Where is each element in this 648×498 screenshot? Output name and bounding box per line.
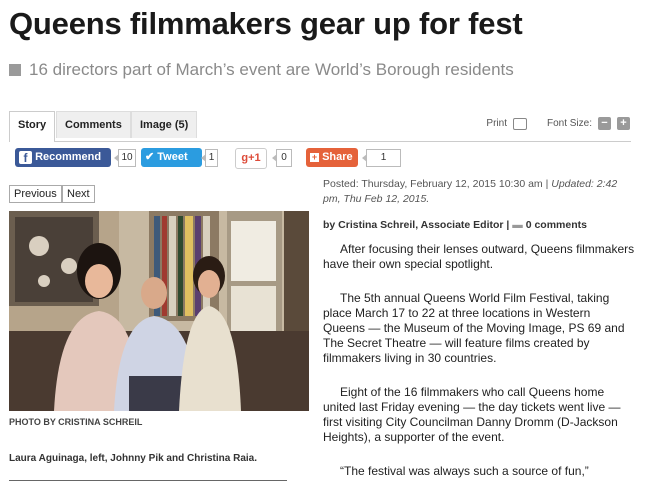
- tweet-count: 1: [201, 149, 218, 167]
- comments-link[interactable]: 0 comments: [526, 219, 587, 231]
- facebook-count: 10: [114, 149, 136, 167]
- tweet-label: Tweet: [157, 151, 188, 163]
- article-paragraph: “The festival was always such a source o…: [340, 464, 589, 478]
- article-tools: Print Font Size: − +: [486, 117, 630, 130]
- gplus-count: 0: [272, 149, 292, 167]
- bullet-square-icon: [9, 64, 21, 76]
- print-link[interactable]: Print: [486, 118, 507, 129]
- photo-caption: Laura Aguinaga, left, Johnny Pik and Chr…: [9, 453, 258, 464]
- next-button[interactable]: Next: [62, 185, 95, 203]
- post-meta: Posted: Thursday, February 12, 2015 10:3…: [323, 177, 633, 207]
- article-headline: Queens filmmakers gear up for fest: [9, 6, 523, 41]
- subhead-text: 16 directors part of March’s event are W…: [29, 60, 514, 79]
- previous-button[interactable]: Previous: [9, 185, 62, 203]
- gplus-button[interactable]: g+1: [235, 148, 267, 169]
- facebook-recommend-button[interactable]: f Recommend: [15, 148, 111, 167]
- share-count: 1: [362, 149, 401, 167]
- author-credit: by Cristina Schreil, Associate Editor |: [323, 219, 510, 231]
- posted-date: Posted: Thursday, February 12, 2015 10:3…: [323, 178, 549, 190]
- facebook-icon: f: [19, 151, 32, 165]
- print-icon[interactable]: [512, 117, 527, 130]
- facebook-label: Recommend: [35, 151, 102, 163]
- twitter-bird-icon: ✔: [145, 151, 155, 163]
- byline: by Cristina Schreil, Associate Editor | …: [323, 219, 587, 231]
- photo-credit: PHOTO BY CRISTINA SCHREIL: [9, 417, 143, 427]
- share-button[interactable]: + Share: [306, 148, 358, 167]
- article-photo[interactable]: [9, 211, 309, 411]
- tab-story[interactable]: Story: [9, 111, 56, 142]
- photo-image: [9, 211, 309, 411]
- comment-bubble-icon: ▬: [512, 219, 523, 231]
- article-subhead: 16 directors part of March’s event are W…: [9, 60, 514, 80]
- tab-images[interactable]: Image (5): [131, 111, 198, 138]
- tweet-button[interactable]: ✔ Tweet: [141, 148, 202, 167]
- font-increase-button[interactable]: +: [617, 117, 630, 130]
- article-paragraph: The 5th annual Queens World Film Festiva…: [323, 291, 625, 365]
- article-paragraph: After focusing their lenses outward, Que…: [323, 242, 635, 271]
- article-body: After focusing their lenses outward, Que…: [323, 242, 635, 498]
- plus-icon: +: [310, 152, 319, 162]
- font-size-label: Font Size:: [546, 118, 592, 129]
- divider: [9, 480, 287, 481]
- share-label: Share: [322, 151, 353, 163]
- article-paragraph: Eight of the 16 filmmakers who call Quee…: [323, 385, 621, 444]
- tab-comments[interactable]: Comments: [56, 111, 131, 138]
- font-decrease-button[interactable]: −: [598, 117, 611, 130]
